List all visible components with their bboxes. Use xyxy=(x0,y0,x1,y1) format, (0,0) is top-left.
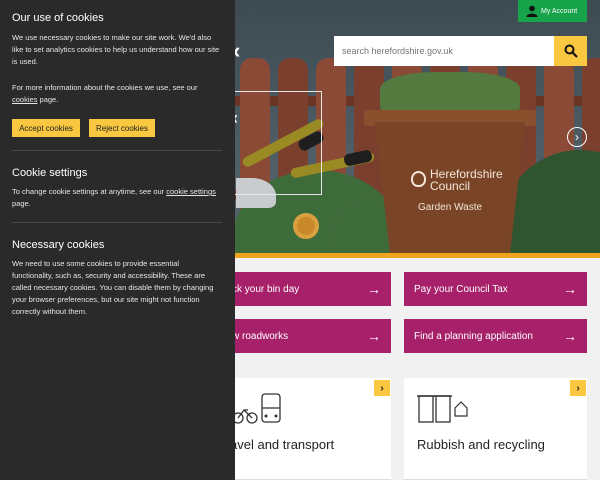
card-travel-transport[interactable]: › avel and transport xyxy=(222,378,391,480)
chevron-right-icon: › xyxy=(374,380,390,396)
arrow-right-icon: → xyxy=(563,328,577,344)
bin-logo: Herefordshire Council Garden Waste xyxy=(378,168,522,213)
cookie-settings-text: To change cookie settings at anytime, se… xyxy=(12,187,216,208)
arrow-right-icon: → xyxy=(563,281,577,297)
action-find-planning-application[interactable]: Find a planning application → xyxy=(404,319,587,353)
bus-bike-icon xyxy=(232,393,281,424)
hero-caption-frame xyxy=(232,91,322,195)
card-rubbish-recycling[interactable]: › Rubbish and recycling xyxy=(404,378,587,480)
bins-icon xyxy=(417,395,468,423)
chevron-right-icon: › xyxy=(575,130,579,144)
cookie-more-info-text: For more information about the cookies w… xyxy=(12,83,198,104)
cookie-settings-link[interactable]: cookie settings xyxy=(166,187,216,196)
cookie-intro-text: We use necessary cookies to make our sit… xyxy=(12,33,220,66)
cookie-panel-title: Our use of cookies xyxy=(12,12,104,24)
search-input[interactable] xyxy=(334,36,554,66)
action-view-roadworks[interactable]: w roadworks → xyxy=(222,319,391,353)
necessary-cookies-title: Necessary cookies xyxy=(12,239,105,251)
accept-cookies-button[interactable]: Accept cookies xyxy=(12,119,80,137)
cookie-consent-panel: Our use of cookies We use necessary cook… xyxy=(0,0,235,480)
chevron-right-icon: › xyxy=(570,380,586,396)
carousel-next-button[interactable]: › xyxy=(567,127,587,147)
action-check-bin-day[interactable]: ck your bin day → xyxy=(222,272,391,306)
arrow-right-icon: → xyxy=(367,281,381,297)
necessary-cookies-text: We need to use some cookies to provide e… xyxy=(12,259,214,316)
cookies-page-link[interactable]: cookies xyxy=(12,95,37,104)
my-account-button[interactable]: My Account xyxy=(518,0,587,22)
search-icon xyxy=(564,44,578,58)
bin-grass xyxy=(380,72,520,114)
search-button[interactable] xyxy=(554,36,587,66)
cookie-settings-title: Cookie settings xyxy=(12,167,88,179)
user-icon xyxy=(526,5,538,17)
reject-cookies-button[interactable]: Reject cookies xyxy=(89,119,155,137)
apple-icon xyxy=(411,171,426,187)
flower xyxy=(293,213,319,239)
search-bar xyxy=(334,36,587,66)
action-pay-council-tax[interactable]: Pay your Council Tax → xyxy=(404,272,587,306)
arrow-right-icon: → xyxy=(367,328,381,344)
